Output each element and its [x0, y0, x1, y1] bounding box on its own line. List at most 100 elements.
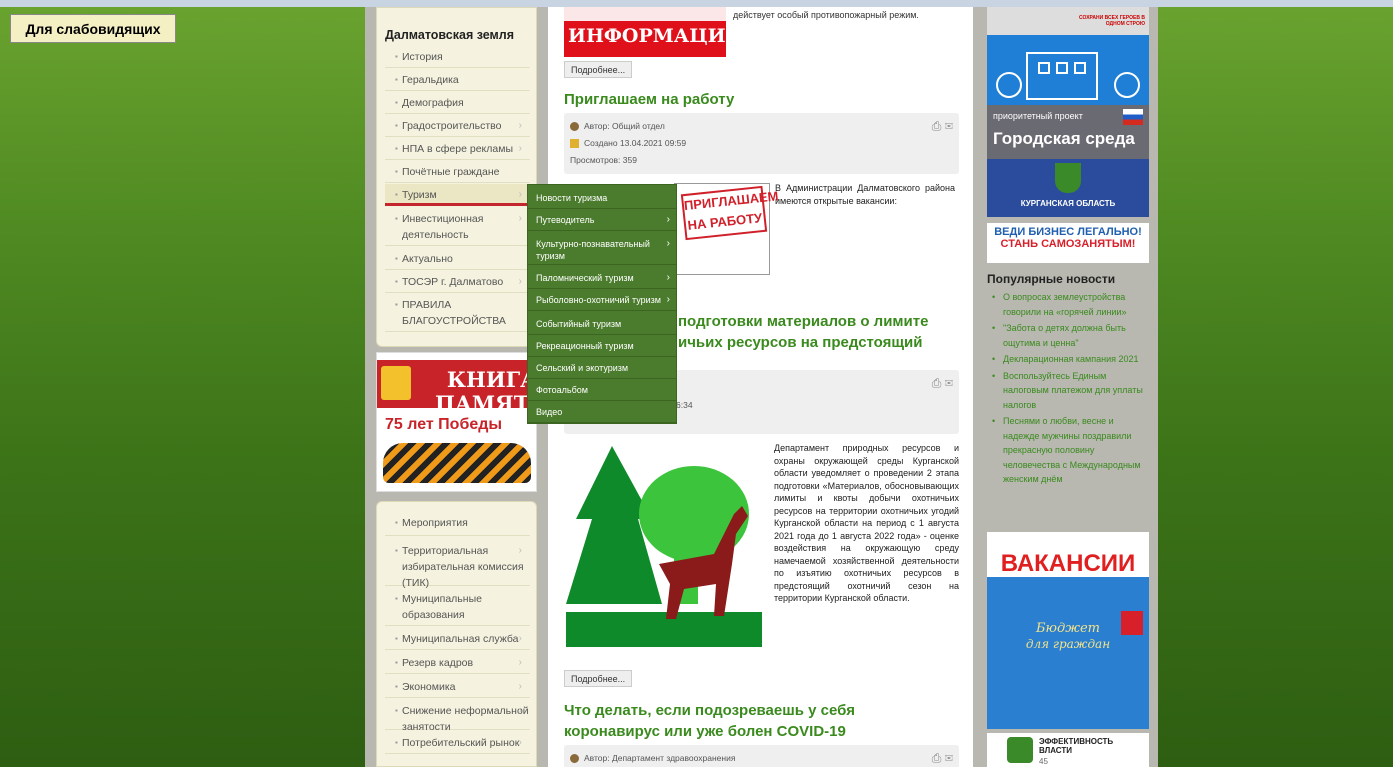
sidebar-item-label: Резерв кадров	[402, 657, 474, 669]
bullet-icon: ▪	[395, 52, 398, 61]
heroes-banner[interactable]: СОХРАНИ ВСЕХ ГЕРОЕВ В ОДНОМ СТРОЮ	[987, 7, 1149, 35]
article-body-2: Департамент природных ресурсов и охраны …	[774, 443, 959, 603]
submenu-item[interactable]: Видео	[528, 403, 676, 423]
bullet-icon: ▪	[395, 254, 398, 263]
submenu-item[interactable]: Рекреационный туризм	[528, 337, 676, 357]
sidebar-item[interactable]: ▪ Инвестиционная деятельность ›	[385, 208, 530, 246]
print-icon[interactable]: ⎙	[932, 119, 942, 133]
chevron-right-icon: ›	[518, 276, 522, 287]
city-buildings-icon	[996, 52, 1140, 100]
bullet-icon: ▪	[395, 594, 398, 603]
biz-banner[interactable]: ВЕДИ БИЗНЕС ЛЕГАЛЬНО! СТАНЬ САМОЗАНЯТЫМ!	[987, 223, 1149, 263]
more-button-1[interactable]: Подробнее...	[564, 61, 633, 78]
popular-news-list: О вопросах землеустройства говорили на «…	[987, 290, 1147, 489]
biz-line1: ВЕДИ БИЗНЕС ЛЕГАЛЬНО!	[994, 226, 1142, 238]
sidebar-item[interactable]: ▪ ТОСЭР г. Далматово ›	[385, 271, 530, 293]
left-column: Далматовская земля ▪ История ▪ Геральдика ▪ Д…	[376, 7, 549, 767]
email-icon[interactable]: ✉	[945, 376, 953, 390]
submenu-item[interactable]: Паломнический туризм ›	[528, 269, 676, 289]
sidebar-item-label: Туризм	[402, 189, 437, 201]
sidebar-item-label: Демография	[402, 97, 464, 109]
sidebar-item[interactable]: ▪ Снижение неформальной занятости ›	[385, 700, 530, 733]
kniga-pamyati-banner[interactable]: КНИГА ПАМЯТИ 75 лет Победы	[376, 352, 549, 492]
sidebar-item[interactable]: ▪ Муниципальные образования	[385, 588, 530, 626]
budget-line2: для граждан	[1025, 637, 1111, 651]
submenu-item[interactable]: Рыболовно-охотничий туризм ›	[528, 291, 676, 311]
accessibility-button[interactable]: Для слабовидящих	[10, 14, 176, 43]
bullet-icon: ▪	[395, 121, 398, 130]
popular-news-title: Популярные новости	[987, 272, 1116, 286]
sidebar-item[interactable]: ▪ ПРАВИЛА БЛАГОУСТРОЙСТВА	[385, 294, 530, 332]
sidebar-item[interactable]: ▪ История	[385, 46, 530, 68]
popular-news-item[interactable]: "Забота о детях должна быть ощутима и це…	[987, 321, 1147, 350]
russia-flag-icon	[1123, 109, 1143, 125]
sidebar-item-label: Геральдика	[402, 74, 459, 86]
kurgan-text: КУРГАНСКАЯ ОБЛАСТЬ	[1020, 199, 1116, 208]
sidebar-item[interactable]: ▪ Потребительский рынок ›	[385, 732, 530, 754]
article-title-2a[interactable]: подготовки материалов о лимите	[678, 311, 968, 332]
user-icon	[570, 122, 579, 132]
popular-news-item[interactable]: Песнями о любви, весне и надежде мужчины…	[987, 414, 1147, 487]
article-title-1[interactable]: Приглашаем на работу	[564, 89, 959, 110]
print-icon[interactable]: ⎙	[932, 376, 942, 390]
created-line-2: 6:34	[676, 400, 693, 410]
bullet-icon: ▪	[395, 682, 398, 691]
bullet-icon: ▪	[395, 277, 398, 286]
gorod-sreda-title: Городская среда	[993, 129, 1135, 148]
right-column: СОХРАНИ ВСЕХ ГЕРОЕВ В ОДНОМ СТРОЮ приори…	[983, 7, 1151, 767]
sidebar-item[interactable]: ▪ Градостроительство ›	[385, 115, 530, 137]
sidebar-item[interactable]: ▪ Актуально	[385, 248, 530, 270]
email-icon[interactable]: ✉	[945, 119, 953, 133]
submenu-item[interactable]: Фотоальбом	[528, 381, 676, 401]
popular-news-item[interactable]: О вопросах землеустройства говорили на «…	[987, 290, 1147, 319]
sidebar-item-label: Потребительский рынок	[402, 737, 520, 749]
article-title-2b[interactable]: ичьих ресурсов на предстоящий	[678, 332, 968, 353]
sidebar-item[interactable]: ▪ Геральдика	[385, 69, 530, 91]
sidebar-item[interactable]: ▪ Почётные граждане	[385, 161, 530, 183]
article-title-3[interactable]: Что делать, если подозреваешь у себя кор…	[564, 700, 894, 742]
sidebar-item-label: Экономика	[402, 681, 456, 693]
sidebar-item[interactable]: ▪ Демография	[385, 92, 530, 114]
kurgan-banner[interactable]: КУРГАНСКАЯ ОБЛАСТЬ	[987, 159, 1149, 217]
sidebar-item[interactable]: ▪ Мероприятия	[385, 512, 530, 536]
email-icon[interactable]: ✉	[945, 751, 953, 765]
sidebar-item[interactable]: ▪ Резерв кадров ›	[385, 652, 530, 674]
sidebar-item[interactable]: ▪ Территориальная избирательная комиссия …	[385, 540, 530, 589]
effect-banner[interactable]: ЭФФЕКТИВНОСТЬ ВЛАСТИ 45	[987, 733, 1149, 767]
city-banner[interactable]	[987, 35, 1149, 105]
bullet-icon: ▪	[395, 658, 398, 667]
submenu-item[interactable]: Новости туризма	[528, 189, 676, 209]
bullet-icon: ▪	[395, 546, 398, 555]
user-icon	[570, 754, 579, 764]
submenu-item-label: Фотоальбом	[536, 385, 588, 395]
submenu-item-label: Сельский и экотуризм	[536, 363, 629, 373]
popular-news-item[interactable]: Воспользуйтесь Единым налоговым платежом…	[987, 369, 1147, 413]
heroes-banner-text: СОХРАНИ ВСЕХ ГЕРОЕВ В ОДНОМ СТРОЮ	[1079, 15, 1145, 27]
sidebar-item[interactable]: ▪ НПА в сфере рекламы ›	[385, 138, 530, 160]
gorod-sreda-banner[interactable]: приоритетный проект Городская среда	[987, 105, 1149, 159]
tourism-submenu: Новости туризма Путеводитель › Культурно-по…	[527, 184, 677, 424]
meta-icons-3: ⎙ ✉	[932, 751, 953, 766]
submenu-item[interactable]: Событийный туризм	[528, 315, 676, 335]
sidebar-item-label: Территориальная избирательная комиссия (…	[402, 545, 524, 589]
budget-banner[interactable]: Бюджет для граждан	[987, 607, 1149, 729]
sidebar-item[interactable]: ▪ Экономика ›	[385, 676, 530, 698]
submenu-item[interactable]: Сельский и экотуризм	[528, 359, 676, 379]
chevron-right-icon: ›	[518, 705, 522, 716]
vacancy-banner[interactable]: ВАКАНСИИ	[987, 532, 1149, 607]
bullet-icon: ▪	[395, 634, 398, 643]
vacancy-text: ВАКАНСИИ	[1000, 550, 1136, 577]
sidebar-item[interactable]: ▪ Муниципальная служба ›	[385, 628, 530, 650]
sidebar-item-label: НПА в сфере рекламы	[402, 143, 513, 155]
info-text: действует особый противопожарный режим.	[733, 10, 919, 20]
submenu-item[interactable]: Культурно-познавательный туризм ›	[528, 235, 676, 265]
effect-number: 45	[1039, 757, 1048, 766]
popular-news-item[interactable]: Декларационная кампания 2021	[987, 352, 1147, 367]
submenu-item-label: Новости туризма	[536, 193, 608, 203]
biz-line2: СТАНЬ САМОЗАНЯТЫМ!	[1000, 238, 1136, 250]
submenu-item[interactable]: Путеводитель ›	[528, 211, 676, 231]
print-icon[interactable]: ⎙	[932, 751, 942, 765]
sidebar-item[interactable]: ▪ Туризм ›	[385, 184, 530, 206]
more-button-2[interactable]: Подробнее...	[564, 670, 633, 687]
sidebar-item-label: Почётные граждане	[402, 166, 500, 178]
